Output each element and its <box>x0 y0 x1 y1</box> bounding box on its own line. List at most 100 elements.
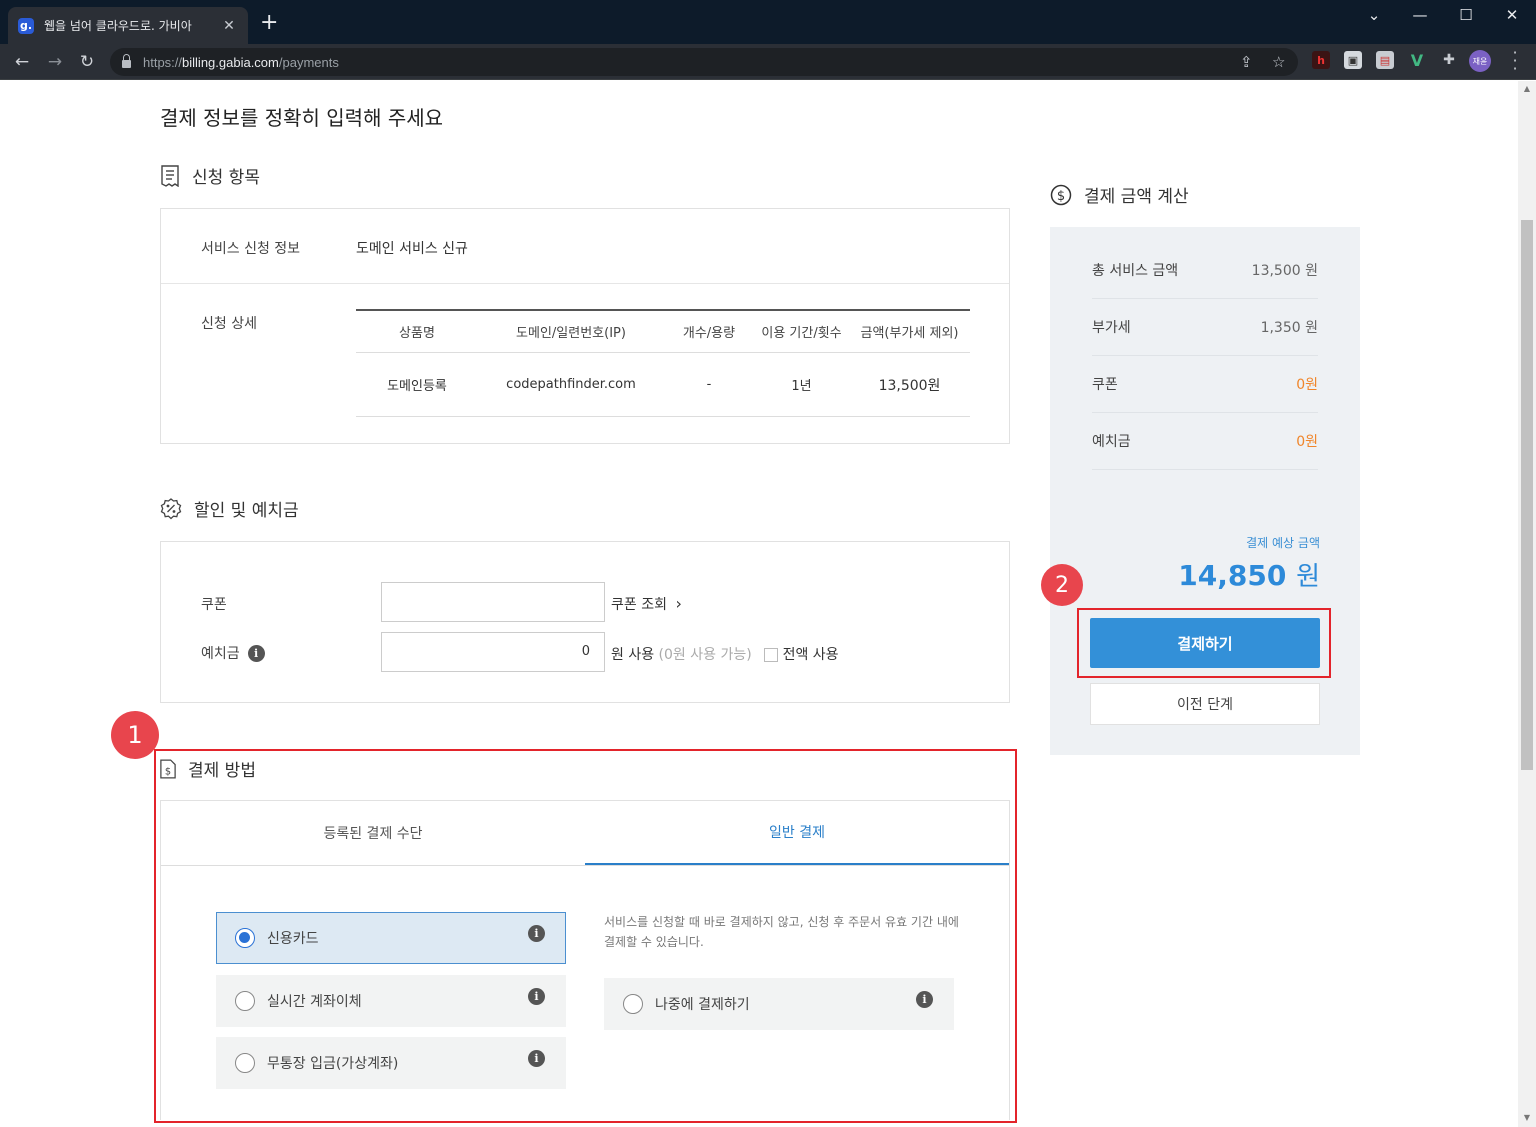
info-icon[interactable]: i <box>528 1050 545 1067</box>
profile-avatar[interactable]: 재윤 <box>1469 50 1491 72</box>
scroll-thumb[interactable] <box>1521 220 1533 770</box>
pay-later-note: 서비스를 신청할 때 바로 결제하지 않고, 신청 후 주문서 유효 기간 내에… <box>604 915 959 949</box>
scroll-down-icon[interactable]: ▼ <box>1521 1113 1533 1122</box>
pay-button[interactable]: 결제하기 <box>1090 618 1320 668</box>
new-tab-icon[interactable]: + <box>260 12 278 34</box>
deposit-input[interactable]: 0 <box>381 632 605 672</box>
extensions-puzzle-icon[interactable]: ✚ <box>1440 51 1458 69</box>
deposit-use-label: 원 사용 <box>611 647 655 663</box>
summary-value: 0원 <box>1296 434 1318 450</box>
summary-heading: $ 결제 금액 계산 <box>1050 182 1189 207</box>
url-path: /payments <box>278 54 339 70</box>
url-host: billing.gabia.com <box>182 54 279 70</box>
share-icon[interactable]: ⇪ <box>1240 53 1253 71</box>
discount-heading: 할인 및 예치금 <box>160 496 299 521</box>
estimate-amount-unit: 원 <box>1296 562 1320 592</box>
extension-print-icon[interactable]: ▤ <box>1376 51 1394 69</box>
discount-box <box>160 541 1010 703</box>
previous-step-button[interactable]: 이전 단계 <box>1090 683 1320 725</box>
address-bar[interactable]: https://billing.gabia.com/payments ⇪ ☆ <box>110 48 1298 76</box>
option-realtime-transfer[interactable]: 실시간 계좌이체 i <box>216 975 566 1027</box>
option-label: 나중에 결제하기 <box>655 997 750 1013</box>
summary-value: 13,500 원 <box>1251 263 1318 279</box>
deposit-available-label: (0원 사용 가능) <box>658 647 752 663</box>
bookmark-star-icon[interactable]: ☆ <box>1272 53 1285 71</box>
radio-realtime-transfer[interactable] <box>235 991 255 1011</box>
info-icon[interactable]: i <box>528 925 545 942</box>
column-header: 상품명 <box>399 326 435 341</box>
step-badge-1: 1 <box>111 711 159 759</box>
product-name-cell: 도메인등록 <box>387 379 447 394</box>
extension-h-icon[interactable]: h <box>1312 51 1330 69</box>
radio-pay-later[interactable] <box>623 994 643 1014</box>
service-info-value: 도메인 서비스 신규 <box>356 241 468 257</box>
coupon-input[interactable] <box>381 582 605 622</box>
option-label: 무통장 입금(가상계좌) <box>267 1056 399 1072</box>
svg-text:$: $ <box>1057 189 1065 204</box>
column-header: 도메인/일련번호(IP) <box>516 326 626 341</box>
info-icon[interactable]: i <box>247 644 265 662</box>
use-all-label[interactable]: 전액 사용 <box>783 647 839 663</box>
coupon-lookup-link[interactable]: 쿠폰 조회 › <box>611 594 682 614</box>
option-virtual-account[interactable]: 무통장 입금(가상계좌) i <box>216 1037 566 1089</box>
column-header: 금액(부가세 제외) <box>860 326 959 341</box>
close-window-icon[interactable]: ✕ <box>1489 6 1535 24</box>
application-heading: 신청 항목 <box>160 163 260 188</box>
detail-label: 신청 상세 <box>201 316 257 332</box>
application-divider <box>161 283 1009 284</box>
forward-icon[interactable]: → <box>43 50 67 74</box>
quantity-cell: - <box>706 377 712 392</box>
deposit-label-wrap: 예치금 i <box>201 643 265 663</box>
estimate-amount: 14,850 원 <box>1090 556 1320 593</box>
summary-row-total: 총 서비스 금액 13,500 원 <box>1092 242 1318 299</box>
tab-search-chevron-icon[interactable]: ⌄ <box>1351 6 1397 24</box>
browser-titlebar: g. 웹을 넘어 클라우드로. 가비아 ✕ + ⌄ — ☐ ✕ <box>0 0 1536 44</box>
option-credit-card[interactable]: 신용카드 i <box>216 912 566 964</box>
amount-cell: 13,500원 <box>878 377 941 394</box>
browser-toolbar: ← → ↻ https://billing.gabia.com/payments… <box>0 44 1536 80</box>
option-label: 신용카드 <box>267 931 319 947</box>
maximize-icon[interactable]: ☐ <box>1443 6 1489 24</box>
option-label: 실시간 계좌이체 <box>267 994 362 1010</box>
summary-value: 0원 <box>1296 377 1318 393</box>
table-row: 도메인등록 codepathfinder.com - 1년 13,500원 <box>356 353 970 417</box>
use-all-checkbox[interactable] <box>764 648 779 662</box>
discount-heading-label: 할인 및 예치금 <box>194 501 299 521</box>
back-icon[interactable]: ← <box>10 50 34 74</box>
option-pay-later[interactable]: 나중에 결제하기 i <box>604 978 954 1030</box>
url-text: https://billing.gabia.com/payments <box>143 55 339 70</box>
extension-vue-icon[interactable]: V <box>1408 51 1426 70</box>
bill-icon: $ <box>160 758 176 779</box>
deposit-use-wrap: 원 사용 (0원 사용 가능) 전액 사용 <box>611 644 839 664</box>
summary-label: 총 서비스 금액 <box>1092 263 1179 279</box>
payment-method-heading: $ 결제 방법 <box>160 756 256 781</box>
browser-menu-icon[interactable]: · · · <box>1510 45 1520 77</box>
svg-text:$: $ <box>165 766 171 777</box>
minimize-icon[interactable]: — <box>1397 6 1443 24</box>
radio-virtual-account[interactable] <box>235 1053 255 1073</box>
radio-credit-card[interactable] <box>235 928 255 948</box>
payment-method-heading-label: 결제 방법 <box>188 761 256 781</box>
column-header: 개수/용량 <box>682 326 736 341</box>
tab-close-icon[interactable]: ✕ <box>220 18 238 34</box>
browser-tab[interactable]: g. 웹을 넘어 클라우드로. 가비아 ✕ <box>8 7 248 44</box>
summary-label: 쿠폰 <box>1092 377 1118 393</box>
summary-row-vat: 부가세 1,350 원 <box>1092 299 1318 356</box>
lock-icon <box>122 54 131 68</box>
tab-title: 웹을 넘어 클라우드로. 가비아 <box>44 19 192 33</box>
domain-cell: codepathfinder.com <box>506 377 636 392</box>
application-heading-label: 신청 항목 <box>192 168 260 188</box>
extension-page-icon[interactable]: ▣ <box>1344 51 1362 69</box>
scroll-up-icon[interactable]: ▲ <box>1521 84 1533 93</box>
tab-registered-methods[interactable]: 등록된 결제 수단 <box>161 801 585 865</box>
dollar-circle-icon: $ <box>1050 184 1072 205</box>
receipt-icon <box>161 164 179 187</box>
period-cell: 1년 <box>791 379 812 394</box>
info-icon[interactable]: i <box>528 988 545 1005</box>
tab-general-payment[interactable]: 일반 결제 <box>585 801 1009 865</box>
chevron-right-icon: › <box>675 594 682 613</box>
summary-row-coupon: 쿠폰 0원 <box>1092 356 1318 413</box>
info-icon[interactable]: i <box>916 991 933 1008</box>
reload-icon[interactable]: ↻ <box>75 50 99 74</box>
coupon-lookup-label: 쿠폰 조회 <box>611 597 667 613</box>
